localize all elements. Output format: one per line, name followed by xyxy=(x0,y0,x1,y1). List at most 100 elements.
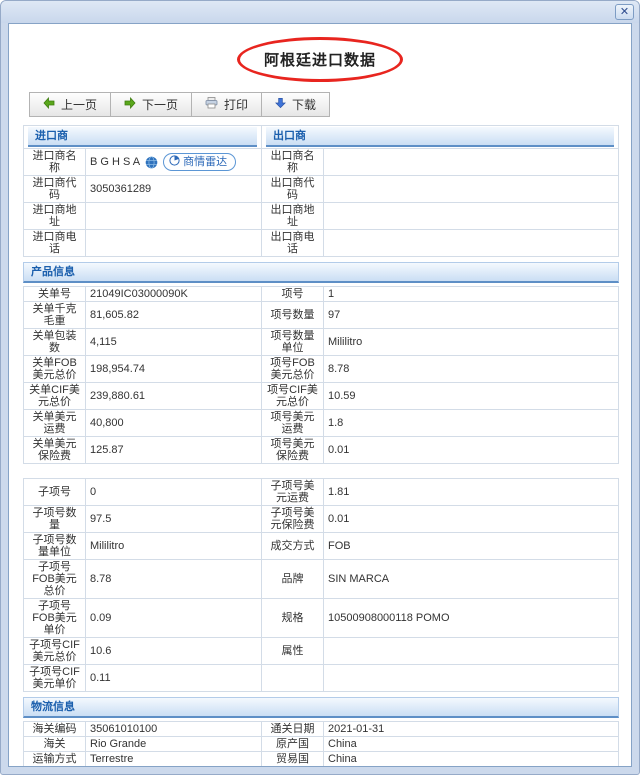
prev-page-button[interactable]: 上一页 xyxy=(29,92,112,117)
field-value: 10.59 xyxy=(323,382,619,410)
field-label: 子项号数量 xyxy=(23,505,86,533)
field-value: 8.78 xyxy=(85,559,262,599)
table-row: 进口商代码 3050361289 出口商代码 xyxy=(23,175,619,203)
field-label: 子项号CIF美元单价 xyxy=(23,664,86,692)
field-label: 项号数量 xyxy=(261,301,324,329)
field-value: 239,880.61 xyxy=(85,382,262,410)
field-value xyxy=(323,202,619,230)
dialog-content: 阿根廷进口数据 上一页 下一页 打印 下载 进口商 出口商 进口商名称 B G … xyxy=(8,23,632,767)
importer-name-cell: B G H S A 商情雷达 xyxy=(85,148,262,176)
field-value xyxy=(323,664,619,692)
field-label: 子项号美元保险费 xyxy=(261,505,324,533)
field-value: 97.5 xyxy=(85,505,262,533)
table-row: 海关编码 35061010100 通关日期 2021-01-31 xyxy=(23,721,619,737)
field-label xyxy=(261,664,324,692)
table-row: 关单号 21049IC03000090K 项号 1 xyxy=(23,286,619,302)
field-label: 关单美元保险费 xyxy=(23,436,86,464)
field-value: 1 xyxy=(323,286,619,302)
parties-table: 进口商 出口商 进口商名称 B G H S A 商情雷达 出口商名称 进口商代码… xyxy=(23,125,619,257)
business-radar-button[interactable]: 商情雷达 xyxy=(163,153,237,171)
field-label: 贸易国 xyxy=(261,751,324,766)
field-label: 子项号数量单位 xyxy=(23,532,86,560)
title-area: 阿根廷进口数据 xyxy=(23,37,617,82)
field-label: 原产国 xyxy=(261,736,324,752)
field-label: 运输方式 xyxy=(23,751,86,766)
dialog-titlebar: ✕ xyxy=(1,1,639,23)
field-label: 项号FOB美元总价 xyxy=(261,355,324,383)
field-label: 规格 xyxy=(261,598,324,638)
logistics-section-header: 物流信息 xyxy=(23,697,619,718)
close-button[interactable]: ✕ xyxy=(615,4,634,20)
table-row: 进口商名称 B G H S A 商情雷达 出口商名称 xyxy=(23,148,619,176)
download-button[interactable]: 下载 xyxy=(261,92,331,117)
field-value: 4,115 xyxy=(85,328,262,356)
field-label: 成交方式 xyxy=(261,532,324,560)
close-icon: ✕ xyxy=(619,6,630,18)
field-value: Terrestre xyxy=(85,751,262,766)
product-table-main: 关单号 21049IC03000090K 项号 1 关单千克毛重 81,605.… xyxy=(23,286,619,464)
field-value: 8.78 xyxy=(323,355,619,383)
field-value: 0.09 xyxy=(85,598,262,638)
field-value xyxy=(323,637,619,665)
field-value xyxy=(323,148,619,176)
field-label: 海关 xyxy=(23,736,86,752)
field-label: 项号美元运费 xyxy=(261,409,324,437)
field-value: 1.81 xyxy=(323,478,619,506)
field-value: Importacion a consumo xyxy=(86,767,262,768)
dialog-window: ✕ 阿根廷进口数据 上一页 下一页 打印 下载 进口商 出口商 进口商名称 B … xyxy=(0,0,640,775)
field-label: 关单号 xyxy=(23,286,86,302)
field-label: 出口商名称 xyxy=(261,148,324,176)
table-row: 子项号CIF美元单价 0.11 xyxy=(23,664,619,692)
toolbar: 上一页 下一页 打印 下载 xyxy=(29,92,617,117)
print-button[interactable]: 打印 xyxy=(191,92,263,117)
table-row: 子项号数量单位 Mililitro 成交方式 FOB xyxy=(23,532,619,560)
download-label: 下载 xyxy=(292,98,317,112)
field-label: 子项号 xyxy=(23,478,86,506)
exporter-section-header: 出口商 xyxy=(266,127,614,147)
field-value: 0.01 xyxy=(323,505,619,533)
radar-icon xyxy=(169,155,180,169)
product-table-subitem: 子项号 0 子项号美元运费 1.81 子项号数量 97.5 子项号美元保险费 0… xyxy=(23,478,619,692)
table-row: 贸易方式 Importacion a consumo 启运港 - xyxy=(24,767,619,768)
printer-icon xyxy=(205,97,218,112)
field-label: 项号数量单位 xyxy=(261,328,324,356)
product-section-header: 产品信息 xyxy=(23,262,619,283)
arrow-down-icon xyxy=(275,97,287,112)
field-label: 贸易方式 xyxy=(24,767,86,768)
table-row: 关单FOB美元总价 198,954.74 项号FOB美元总价 8.78 xyxy=(23,355,619,383)
next-page-label: 下一页 xyxy=(142,98,179,112)
table-row: 子项号数量 97.5 子项号美元保险费 0.01 xyxy=(23,505,619,533)
table-row: 关单CIF美元总价 239,880.61 项号CIF美元总价 10.59 xyxy=(23,382,619,410)
print-label: 打印 xyxy=(224,98,249,112)
next-page-button[interactable]: 下一页 xyxy=(110,92,193,117)
field-value: China xyxy=(323,751,619,766)
field-value: 35061010100 xyxy=(85,721,262,737)
field-value: 125.87 xyxy=(85,436,262,464)
field-label: 进口商代码 xyxy=(23,175,86,203)
field-value: Mililitro xyxy=(85,532,262,560)
table-row: 进口商地址 出口商地址 xyxy=(23,202,619,230)
table-row: 进口商电话 出口商电话 xyxy=(23,229,619,257)
field-value xyxy=(85,202,262,230)
field-label: 属性 xyxy=(261,637,324,665)
field-value: FOB xyxy=(323,532,619,560)
globe-icon[interactable] xyxy=(145,155,158,169)
table-row: 关单美元保险费 125.87 项号美元保险费 0.01 xyxy=(23,436,619,464)
table-row: 子项号CIF美元总价 10.6 属性 xyxy=(23,637,619,665)
field-value: 10.6 xyxy=(85,637,262,665)
field-value: 81,605.82 xyxy=(85,301,262,329)
field-label: 项号美元保险费 xyxy=(261,436,324,464)
radar-button-label: 商情雷达 xyxy=(183,156,228,168)
field-label: 出口商电话 xyxy=(261,229,324,257)
field-value: 0 xyxy=(85,478,262,506)
field-value: 40,800 xyxy=(85,409,262,437)
field-value: 21049IC03000090K xyxy=(85,286,262,302)
field-label: 出口商代码 xyxy=(261,175,324,203)
field-label: 项号CIF美元总价 xyxy=(261,382,324,410)
field-value xyxy=(323,175,619,203)
field-value: 198,954.74 xyxy=(85,355,262,383)
field-value xyxy=(85,229,262,257)
field-label: 关单包装数 xyxy=(23,328,86,356)
field-label: 进口商电话 xyxy=(23,229,86,257)
field-label: 海关编码 xyxy=(23,721,86,737)
